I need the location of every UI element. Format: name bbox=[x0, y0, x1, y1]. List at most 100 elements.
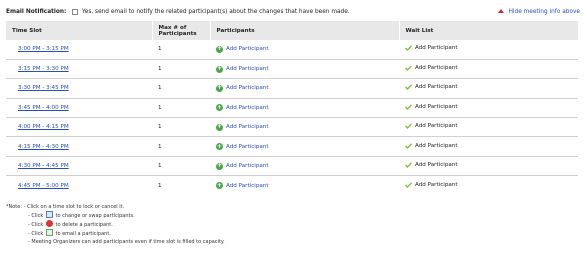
green-plus-icon: + bbox=[216, 45, 223, 53]
time-slot-cell: 3:15 PM - 3:30 PM bbox=[6, 58, 152, 79]
max-participants-cell: 1 bbox=[152, 175, 210, 196]
table-row: 4:30 PM - 4:45 PM 1 + Add Participant Add Pa… bbox=[6, 155, 578, 176]
email-notification-text: Yes, send email to notify the related pa… bbox=[82, 9, 350, 15]
green-plus-icon: + bbox=[216, 142, 223, 151]
time-slot-cell: 3:45 PM - 4:00 PM bbox=[6, 97, 152, 118]
participants-cell: + Add Participant bbox=[210, 155, 399, 176]
add-participant-label: Add Participant bbox=[226, 163, 269, 170]
hide-meeting-info-link[interactable]: Hide meeting info above bbox=[497, 9, 580, 15]
waitlist-add-icon bbox=[405, 181, 412, 188]
time-slot-cell: 4:45 PM - 5:00 PM bbox=[6, 175, 152, 196]
add-waitlist-label: Add Participant bbox=[415, 181, 458, 188]
add-participant-label: Add Participant bbox=[226, 104, 269, 111]
time-slot-cell: 4:00 PM - 4:15 PM bbox=[6, 117, 152, 137]
note-line-1: - Click on a time slot to lock or cancel… bbox=[23, 204, 125, 210]
max-participants-cell: 1 bbox=[152, 97, 210, 118]
max-participants-value: 1 bbox=[158, 66, 162, 73]
wait-list-cell: Add Participant bbox=[399, 78, 578, 99]
time-slot-link[interactable]: 3:30 PM - 3:45 PM bbox=[18, 85, 69, 91]
table-row: 3:30 PM - 3:45 PM 1 + Add Participant Add Pa… bbox=[6, 78, 578, 99]
add-participant-button[interactable]: + Add Participant bbox=[216, 65, 269, 73]
add-waitlist-participant-button[interactable]: Add Participant bbox=[405, 123, 458, 130]
add-waitlist-label: Add Participant bbox=[415, 162, 458, 169]
max-participants-value: 1 bbox=[158, 104, 162, 111]
green-plus-icon: + bbox=[216, 181, 223, 190]
wait-list-cell: Add Participant bbox=[399, 117, 578, 137]
add-waitlist-participant-button[interactable]: Add Participant bbox=[405, 84, 458, 91]
note-line-3-pre: - Click bbox=[28, 222, 44, 228]
email-notification-checkbox[interactable] bbox=[72, 9, 78, 15]
add-waitlist-label: Add Participant bbox=[415, 123, 458, 130]
time-slot-link[interactable]: 3:15 PM - 3:30 PM bbox=[18, 66, 69, 72]
change-participant-icon bbox=[45, 211, 53, 218]
wait-list-cell: Add Participant bbox=[399, 175, 578, 196]
hide-meeting-info-label: Hide meeting info above bbox=[508, 9, 580, 15]
add-participant-label: Add Participant bbox=[226, 124, 269, 131]
note-line-4-pre: - Click bbox=[28, 231, 44, 237]
add-waitlist-label: Add Participant bbox=[415, 84, 458, 91]
notification-bar: Email Notification: Yes, send email to n… bbox=[6, 9, 580, 19]
green-plus-icon: + bbox=[216, 123, 223, 131]
add-participant-button[interactable]: + Add Participant bbox=[216, 181, 269, 190]
add-participant-button[interactable]: + Add Participant bbox=[216, 123, 269, 131]
green-plus-icon: + bbox=[216, 103, 223, 112]
table-row: 3:15 PM - 3:30 PM 1 + Add Participant Add Pa… bbox=[6, 58, 578, 79]
waitlist-add-icon bbox=[405, 45, 412, 52]
time-slot-link[interactable]: 3:00 PM - 3:15 PM bbox=[18, 46, 69, 52]
add-waitlist-participant-button[interactable]: Add Participant bbox=[405, 45, 458, 52]
max-participants-value: 1 bbox=[158, 85, 162, 92]
add-participant-button[interactable]: + Add Participant bbox=[216, 103, 269, 112]
max-participants-cell: 1 bbox=[152, 78, 210, 99]
max-participants-value: 1 bbox=[158, 124, 162, 131]
note-line-2-post: to change or swap participants. bbox=[55, 213, 135, 219]
add-participant-button[interactable]: + Add Participant bbox=[216, 162, 269, 170]
participants-cell: + Add Participant bbox=[210, 58, 399, 79]
add-participant-label: Add Participant bbox=[226, 143, 269, 150]
max-participants-value: 1 bbox=[158, 163, 162, 170]
table-row: 3:45 PM - 4:00 PM 1 + Add Participant Add Pa… bbox=[6, 97, 578, 118]
participants-cell: + Add Participant bbox=[210, 78, 399, 99]
add-participant-button[interactable]: + Add Participant bbox=[216, 142, 269, 151]
waitlist-add-icon bbox=[405, 123, 412, 130]
time-slot-cell: 4:15 PM - 4:30 PM bbox=[6, 136, 152, 157]
time-slot-link[interactable]: 4:30 PM - 4:45 PM bbox=[18, 163, 69, 169]
time-slot-link[interactable]: 4:45 PM - 5:00 PM bbox=[18, 183, 69, 189]
time-slot-link[interactable]: 4:15 PM - 4:30 PM bbox=[18, 144, 69, 150]
email-notification-label: Email Notification: bbox=[6, 9, 67, 15]
add-waitlist-label: Add Participant bbox=[415, 45, 458, 52]
green-plus-icon: + bbox=[216, 84, 223, 92]
waitlist-add-icon bbox=[405, 65, 412, 72]
participants-cell: + Add Participant bbox=[210, 40, 399, 59]
add-participant-button[interactable]: + Add Participant bbox=[216, 45, 269, 53]
time-slot-link[interactable]: 3:45 PM - 4:00 PM bbox=[18, 105, 69, 111]
delete-participant-icon bbox=[45, 220, 53, 227]
time-slot-cell: 3:30 PM - 3:45 PM bbox=[6, 78, 152, 99]
max-participants-value: 1 bbox=[158, 143, 162, 150]
max-participants-cell: 1 bbox=[152, 136, 210, 157]
add-waitlist-label: Add Participant bbox=[415, 142, 458, 149]
waitlist-add-icon bbox=[405, 104, 412, 110]
wait-list-cell: Add Participant bbox=[399, 58, 578, 79]
max-participants-value: 1 bbox=[158, 46, 162, 53]
note-label: *Note: bbox=[6, 204, 23, 210]
green-plus-icon: + bbox=[216, 162, 223, 170]
time-slot-link[interactable]: 4:00 PM - 4:15 PM bbox=[18, 124, 69, 130]
add-waitlist-participant-button[interactable]: Add Participant bbox=[405, 143, 458, 149]
add-participant-label: Add Participant bbox=[226, 85, 269, 92]
time-slot-cell: 3:00 PM - 3:15 PM bbox=[6, 40, 152, 59]
participants-cell: + Add Participant bbox=[210, 97, 399, 118]
add-waitlist-participant-button[interactable]: Add Participant bbox=[405, 65, 458, 72]
add-participant-button[interactable]: + Add Participant bbox=[216, 84, 269, 92]
time-slot-cell: 4:30 PM - 4:45 PM bbox=[6, 155, 152, 176]
table-row: 3:00 PM - 3:15 PM 1 + Add Participant Add Pa… bbox=[6, 40, 578, 59]
max-participants-cell: 1 bbox=[152, 155, 210, 176]
add-waitlist-participant-button[interactable]: Add Participant bbox=[405, 162, 458, 169]
max-participants-cell: 1 bbox=[152, 58, 210, 79]
add-waitlist-participant-button[interactable]: Add Participant bbox=[405, 104, 458, 110]
email-participant-icon bbox=[45, 229, 53, 236]
waitlist-add-icon bbox=[405, 84, 412, 91]
note-line-5: - Meeting Organizers can add participant… bbox=[28, 239, 225, 245]
header-wait-list: Wait List bbox=[399, 21, 579, 40]
table-row: 4:45 PM - 5:00 PM 1 + Add Participant Add Pa… bbox=[6, 175, 578, 196]
add-waitlist-participant-button[interactable]: Add Participant bbox=[405, 182, 458, 188]
